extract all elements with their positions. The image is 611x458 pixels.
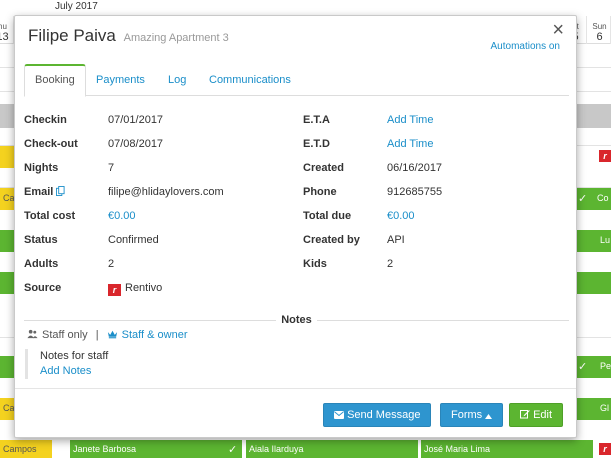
send-message-button[interactable]: Send Message	[323, 403, 432, 427]
checkout-value: 07/08/2017	[108, 138, 164, 150]
forms-dropdown-button[interactable]: Forms	[440, 403, 504, 427]
tab-booking[interactable]: Booking	[24, 64, 86, 97]
close-button[interactable]: ×	[552, 19, 564, 42]
staff-note: Notes for staff Add Notes	[25, 349, 108, 379]
filter-separator: |	[95, 329, 99, 341]
booking-bar[interactable]	[0, 230, 14, 252]
automations-link[interactable]: Automations on	[491, 41, 561, 52]
checkin-label: Checkin	[24, 114, 67, 126]
rentivo-logo-icon: r	[108, 284, 121, 296]
check-icon: ✓	[578, 361, 588, 373]
nights-value: 7	[108, 162, 115, 174]
detail-row: Total cost €0.00 Total due €0.00	[24, 206, 569, 230]
edit-icon	[520, 410, 530, 419]
detail-row: Status Confirmed Created by API	[24, 230, 569, 254]
users-icon	[27, 329, 38, 339]
rentivo-icon: r	[599, 150, 611, 162]
copy-icon[interactable]	[56, 186, 65, 196]
detail-row: Nights 7 Created 06/16/2017	[24, 158, 569, 182]
booking-bar[interactable]: Campos	[0, 440, 52, 458]
tab-log[interactable]: Log	[158, 64, 196, 96]
eta-add-time-link[interactable]: Add Time	[387, 114, 433, 126]
email-label: Email	[24, 186, 65, 198]
booking-bar[interactable]	[0, 146, 14, 168]
caret-up-icon	[485, 414, 493, 419]
created-label: Created	[303, 162, 344, 174]
property-name: Amazing Apartment 3	[123, 32, 229, 44]
adults-label: Adults	[24, 258, 59, 270]
status-value: Confirmed	[108, 234, 159, 246]
detail-row: Email filipe@hlidaylovers.com Phone 9126…	[24, 182, 569, 206]
calendar-day: hu 13	[0, 16, 14, 44]
detail-row: Checkin 07/01/2017 E.T.A Add Time	[24, 110, 569, 134]
guest-name: Filipe Paiva	[28, 26, 116, 45]
calendar-day: Sun 6	[589, 16, 611, 44]
edit-button[interactable]: Edit	[509, 403, 564, 427]
total-due-value[interactable]: €0.00	[387, 210, 415, 222]
notes-heading: Notes	[15, 314, 578, 326]
add-notes-link[interactable]: Add Notes	[40, 364, 108, 379]
etd-label: E.T.D	[303, 138, 330, 150]
staff-only-filter[interactable]: Staff only	[27, 329, 91, 341]
rentivo-icon: r	[599, 443, 611, 455]
booking-bar[interactable]: Cam	[0, 398, 14, 420]
total-cost-value[interactable]: €0.00	[108, 210, 136, 222]
modal-tabs: Booking Payments Log Communications	[24, 64, 569, 97]
source-value: r Rentivo	[108, 282, 162, 296]
booking-bar[interactable]	[0, 272, 14, 294]
crown-icon	[107, 330, 117, 339]
etd-add-time-link[interactable]: Add Time	[387, 138, 433, 150]
booking-bar[interactable]: Janete Barbosa	[70, 440, 242, 458]
source-label: Source	[24, 282, 62, 294]
staff-owner-filter[interactable]: Staff & owner	[107, 329, 188, 341]
envelope-icon	[334, 411, 344, 419]
detail-row: Source r Rentivo	[24, 278, 569, 302]
tab-payments[interactable]: Payments	[86, 64, 155, 96]
booking-bar[interactable]	[577, 272, 611, 294]
total-cost-label: Total cost	[24, 210, 76, 222]
adults-value: 2	[108, 258, 115, 270]
modal-title: Filipe Paiva Amazing Apartment 3	[28, 26, 229, 46]
created-by-value: API	[387, 234, 405, 246]
created-value: 06/16/2017	[387, 162, 443, 174]
booking-bar[interactable]	[0, 356, 14, 378]
created-by-label: Created by	[303, 234, 360, 246]
check-icon: ✓	[578, 193, 588, 205]
nights-label: Nights	[24, 162, 59, 174]
kids-label: Kids	[303, 258, 327, 270]
tab-communications[interactable]: Communications	[199, 64, 301, 96]
detail-row: Check-out 07/08/2017 E.T.D Add Time	[24, 134, 569, 158]
detail-row: Adults 2 Kids 2	[24, 254, 569, 278]
kids-value: 2	[387, 258, 394, 270]
checkin-value: 07/01/2017	[108, 114, 164, 126]
booking-bar[interactable]: Cam	[0, 188, 14, 210]
modal-footer-divider	[15, 388, 576, 389]
calendar-month: July 2017	[55, 1, 98, 12]
check-icon: ✓	[228, 444, 238, 456]
eta-label: E.T.A	[303, 114, 330, 126]
booking-bar[interactable]: José Maria Lima	[421, 440, 593, 458]
phone-label: Phone	[303, 186, 337, 198]
status-label: Status	[24, 234, 58, 246]
calendar-bottom-row: Campos Janete Barbosa ✓ Aiala Ilarduya J…	[0, 440, 611, 458]
note-visibility-filters: Staff only | Staff & owner	[27, 329, 188, 341]
note-text: Notes for staff	[40, 350, 109, 362]
email-value: filipe@hlidaylovers.com	[108, 186, 224, 198]
total-due-label: Total due	[303, 210, 352, 222]
booking-bar[interactable]: Aiala Ilarduya	[246, 440, 418, 458]
checkout-label: Check-out	[24, 138, 78, 150]
booking-modal: Filipe Paiva Amazing Apartment 3 × Autom…	[14, 15, 577, 438]
booking-bar[interactable]: Gl	[577, 398, 611, 420]
phone-value: 912685755	[387, 186, 443, 198]
booking-bar[interactable]: Lu	[577, 230, 611, 252]
booking-details: Checkin 07/01/2017 E.T.A Add Time Check-…	[24, 110, 569, 302]
